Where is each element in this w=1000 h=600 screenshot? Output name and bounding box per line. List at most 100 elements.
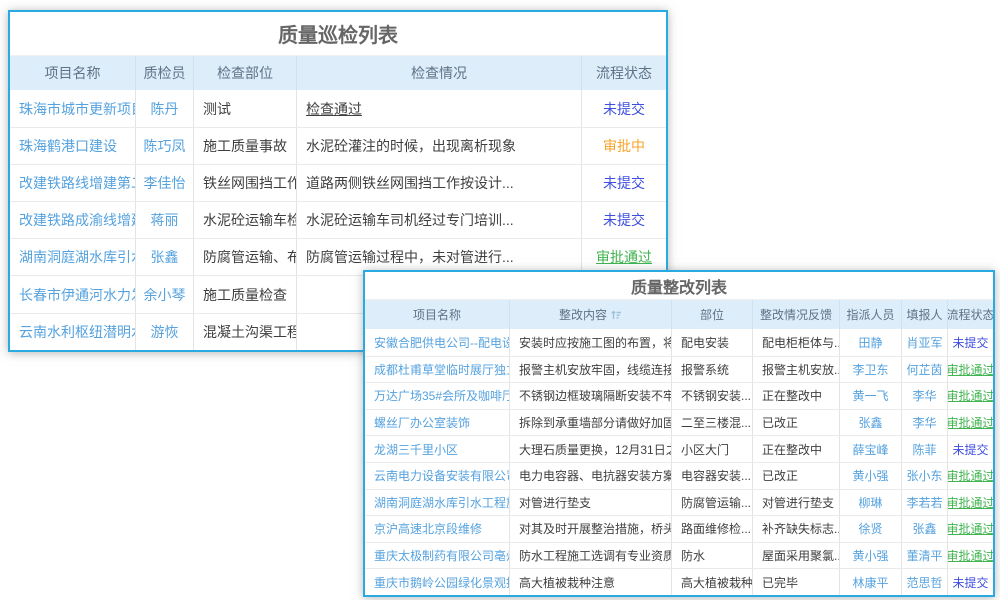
cell-assignee[interactable]: 薛宝峰 [840,436,902,462]
cell-project[interactable]: 湖南洞庭湖水库引水工程施工标 [365,490,510,516]
column-header-label: 整改内容 [559,306,607,323]
cell-inspector[interactable]: 余小琴 [136,276,194,312]
cell-status: 未提交 [948,436,993,462]
rectification-table-title: 质量整改列表 [365,272,993,300]
cell-assignee[interactable]: 李卫东 [840,357,902,383]
sort-icon[interactable] [611,309,622,320]
cell-part: 路面维修检... [672,516,753,542]
cell-assignee[interactable]: 黄一飞 [840,383,902,409]
rectification-table-card: 质量整改列表 项目名称 整改内容 部位 整改情况反馈指派人员填报人流程状态 安徽合肥供… [363,270,995,597]
cell-status[interactable]: 审批通过 [948,383,993,409]
cell-inspector[interactable]: 蒋丽 [136,202,194,238]
cell-part: 测试 [194,90,297,127]
column-header: 项目名称 [365,300,510,329]
cell-project[interactable]: 珠海市城市更新项目紫... [10,90,136,127]
cell-status[interactable]: 审批通过 [948,490,993,516]
cell-inspector[interactable]: 陈丹 [136,90,194,127]
cell-status: 未提交 [582,90,666,127]
cell-assignee[interactable]: 林康平 [840,569,902,595]
cell-feedback: 补齐缺失标志... [753,516,840,542]
table-row: 改建铁路线增建第二线...李佳怡铁丝网围挡工作检查道路两侧铁丝网围挡工作按设计.… [10,164,666,201]
table-row: 重庆市鹅岭公园绿化景观提升...高大植被栽种注意高大植被栽种已完毕林康平范思哲未… [365,568,993,595]
table-row: 螺丝厂办公室装饰拆除到承重墙部分请做好加固...二至三楼混...已改正张鑫李华审… [365,409,993,436]
cell-project[interactable]: 改建铁路成渝线增建第... [10,202,136,238]
cell-reporter[interactable]: 张鑫 [902,516,948,542]
cell-content: 高大植被栽种注意 [510,569,672,595]
cell-reporter[interactable]: 张小东 [902,463,948,489]
column-header-label: 流程状态 [948,306,993,323]
column-header: 项目名称 [10,56,136,90]
cell-inspector[interactable]: 张鑫 [136,239,194,275]
table-row: 万达广场35#会所及咖啡厅空...不锈钢边框玻璃隔断安装不牢...不锈钢安装..… [365,382,993,409]
table-row: 安徽合肥供电公司--配电设备...安装时应按施工图的布置，将...配电安装配电柜… [365,329,993,356]
column-header: 指派人员 [840,300,902,329]
cell-assignee[interactable]: 柳琳 [840,490,902,516]
cell-content: 安装时应按施工图的布置，将... [510,329,672,356]
cell-project[interactable]: 龙湖三千里小区 [365,436,510,462]
cell-reporter[interactable]: 李若若 [902,490,948,516]
cell-content: 对管进行垫支 [510,490,672,516]
cell-assignee[interactable]: 黄小强 [840,463,902,489]
cell-assignee[interactable]: 徐贤 [840,516,902,542]
cell-project[interactable]: 重庆太极制药有限公司亳州中... [365,543,510,569]
cell-part: 水泥砼运输车检查 [194,202,297,238]
cell-assignee[interactable]: 田静 [840,329,902,356]
table-row: 京沪高速北京段维修对其及时开展整治措施，桥头...路面维修检...补齐缺失标志.… [365,515,993,542]
rectification-table-header-row: 项目名称 整改内容 部位 整改情况反馈指派人员填报人流程状态 [365,300,993,329]
cell-project[interactable]: 螺丝厂办公室装饰 [365,410,510,436]
cell-content: 报警主机安放牢固，线缆连接... [510,357,672,383]
column-header: 流程状态 [582,56,666,90]
cell-situation: 水泥砼运输车司机经过专门培训... [297,202,582,238]
cell-project[interactable]: 珠海鹤港口建设 [10,128,136,164]
cell-project[interactable]: 湖南洞庭湖水库引水工... [10,239,136,275]
cell-status[interactable]: 审批通过 [948,516,993,542]
cell-status[interactable]: 审批通过 [948,543,993,569]
cell-project[interactable]: 云南电力设备安装有限公司20... [365,463,510,489]
column-header-label: 部位 [700,306,724,323]
cell-reporter[interactable]: 陈菲 [902,436,948,462]
cell-part: 铁丝网围挡工作检查 [194,165,297,201]
cell-status[interactable]: 审批通过 [948,410,993,436]
cell-status[interactable]: 审批通过 [948,463,993,489]
column-header-label: 检查情况 [411,63,467,83]
cell-reporter[interactable]: 何芷茵 [902,357,948,383]
cell-assignee[interactable]: 张鑫 [840,410,902,436]
column-header-label: 检查部位 [217,63,273,83]
cell-reporter[interactable]: 董清平 [902,543,948,569]
cell-part: 防水 [672,543,753,569]
cell-project[interactable]: 云南水利枢纽潜明水库... [10,314,136,350]
cell-feedback: 正在整改中 [753,383,840,409]
cell-status: 未提交 [948,329,993,356]
cell-content: 防水工程施工选调有专业资质... [510,543,672,569]
column-header: 填报人 [902,300,948,329]
cell-reporter[interactable]: 肖亚军 [902,329,948,356]
column-header[interactable]: 整改内容 [510,300,672,329]
column-header-label: 流程状态 [596,63,652,83]
cell-project[interactable]: 京沪高速北京段维修 [365,516,510,542]
cell-part: 混凝土沟渠工程 [194,314,297,350]
cell-status[interactable]: 审批通过 [948,357,993,383]
cell-project[interactable]: 改建铁路线增建第二线... [10,165,136,201]
cell-inspector[interactable]: 陈巧凤 [136,128,194,164]
cell-part: 施工质量检查 [194,276,297,312]
cell-reporter[interactable]: 李华 [902,410,948,436]
cell-project[interactable]: 重庆市鹅岭公园绿化景观提升... [365,569,510,595]
inspection-table-title: 质量巡检列表 [10,12,666,56]
cell-reporter[interactable]: 范思哲 [902,569,948,595]
cell-inspector[interactable]: 李佳怡 [136,165,194,201]
cell-project[interactable]: 成都杜甫草堂临时展厅独立展... [365,357,510,383]
cell-project[interactable]: 长春市伊通河水力发电... [10,276,136,312]
cell-inspector[interactable]: 游恢 [136,314,194,350]
cell-feedback: 屋面采用聚氯... [753,543,840,569]
column-header: 整改情况反馈 [753,300,840,329]
cell-reporter[interactable]: 李华 [902,383,948,409]
cell-project[interactable]: 万达广场35#会所及咖啡厅空... [365,383,510,409]
cell-situation[interactable]: 检查通过 [297,90,582,127]
cell-part: 不锈钢安装... [672,383,753,409]
cell-project[interactable]: 安徽合肥供电公司--配电设备... [365,329,510,356]
column-header: 检查情况 [297,56,582,90]
table-row: 珠海鹤港口建设陈巧凤施工质量事故水泥砼灌注的时候，出现离析现象审批中 [10,127,666,164]
cell-part: 高大植被栽种 [672,569,753,595]
inspection-table-header-row: 项目名称质检员检查部位检查情况流程状态 [10,56,666,90]
cell-assignee[interactable]: 黄小强 [840,543,902,569]
